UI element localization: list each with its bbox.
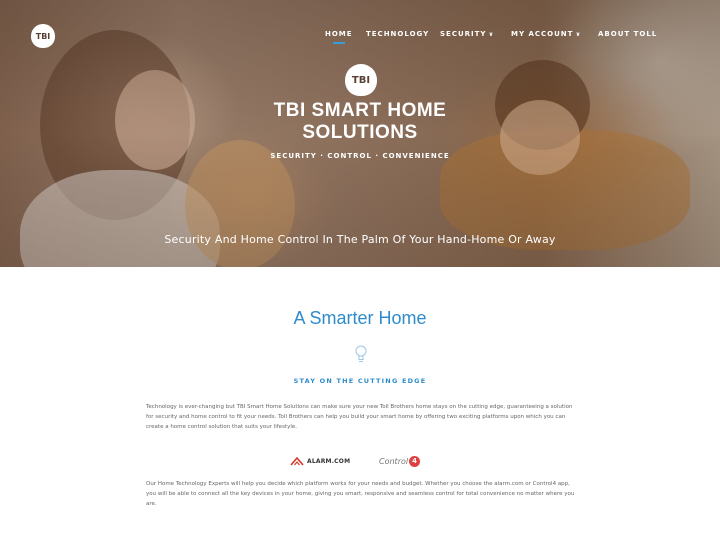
alarm-com-logo[interactable]: ALARM.COM — [290, 454, 350, 468]
control4-icon: 4 — [409, 455, 421, 467]
alarm-com-label: ALARM.COM — [307, 457, 351, 465]
hero-title-line1: TBI Smart Home — [273, 100, 447, 121]
hero-caption: Security And Home Control In The Palm Of… — [164, 233, 556, 246]
nav-item-security[interactable]: Security ∨ — [440, 30, 494, 38]
nav-item-my-account[interactable]: My Account ∨ — [511, 30, 581, 38]
nav-item-about-toll[interactable]: About Toll — [598, 30, 657, 38]
alarm-com-icon — [290, 456, 304, 466]
chevron-down-icon: ∨ — [575, 31, 582, 38]
main-nav: Home Technology Security ∨ My Account ∨ Ab… — [0, 30, 720, 50]
section-title: A Smarter Home — [293, 308, 427, 328]
hero-tagline: Security · Control · Convenience — [270, 152, 450, 160]
hero-title: TBI Smart Home Solutions — [200, 100, 520, 144]
nav-item-label: My Account — [511, 30, 574, 38]
nav-item-home[interactable]: Home — [325, 30, 353, 38]
brand-badge-logo: TBI — [345, 64, 377, 96]
nav-item-label: About Toll — [598, 30, 658, 38]
control4-label: Control — [379, 456, 409, 466]
experts-paragraph: Our Home Technology Experts will help yo… — [146, 481, 575, 507]
hero-title-line2: Solutions — [302, 122, 418, 143]
hero-banner: TBI Home Technology Security ∨ My Account… — [0, 0, 720, 267]
nav-item-label: Security — [440, 30, 487, 38]
intro-paragraph: Technology is ever-changing but TBI Smar… — [146, 404, 573, 430]
lightbulb-icon — [355, 345, 367, 362]
nav-item-label: Home — [325, 30, 353, 38]
chevron-down-icon: ∨ — [488, 31, 495, 38]
nav-active-indicator — [333, 42, 345, 44]
nav-item-technology[interactable]: Technology — [366, 30, 429, 38]
section-subtitle: Stay on the cutting edge — [293, 377, 427, 385]
control4-logo[interactable]: Control 4 — [379, 454, 421, 468]
nav-item-label: Technology — [366, 30, 430, 38]
